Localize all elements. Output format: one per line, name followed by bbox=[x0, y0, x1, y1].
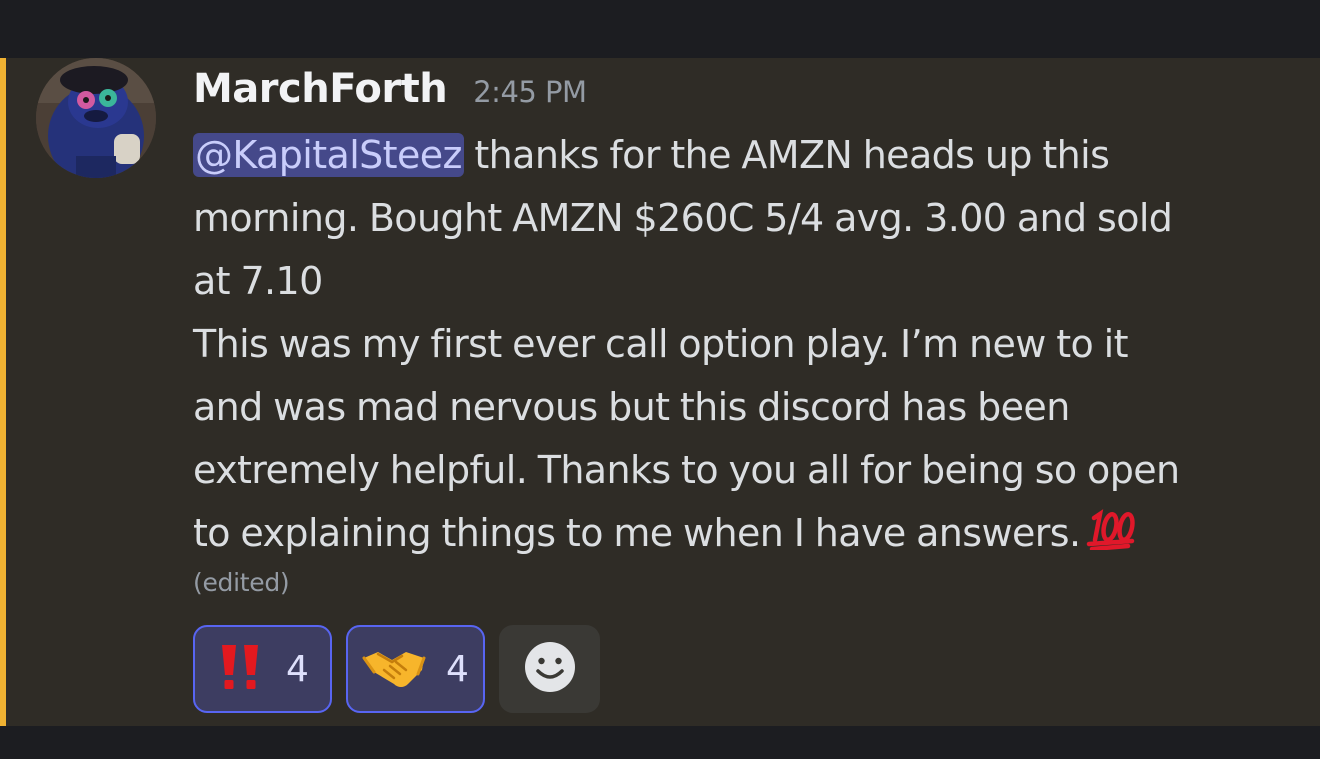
edited-label: (edited) bbox=[193, 568, 290, 597]
message-timestamp[interactable]: 2:45 PM bbox=[473, 75, 587, 109]
reaction-bar: 4 4 bbox=[193, 625, 600, 713]
reaction-count: 4 bbox=[446, 648, 469, 690]
reaction-handshake[interactable]: 4 bbox=[346, 625, 485, 713]
author-name[interactable]: MarchForth bbox=[193, 66, 448, 112]
message-line: This was my first ever call option play.… bbox=[193, 322, 1129, 366]
user-mention[interactable]: @KapitalSteez bbox=[193, 133, 464, 177]
message-text: thanks for the AMZN heads up this bbox=[463, 133, 1110, 177]
message-header: MarchForth 2:45 PM bbox=[193, 66, 587, 126]
message-line: extremely helpful. Thanks to you all for… bbox=[193, 448, 1180, 492]
message-content: @KapitalSteez thanks for the AMZN heads … bbox=[193, 124, 1303, 569]
chat-message[interactable]: MarchForth 2:45 PM @KapitalSteez thanks … bbox=[0, 58, 1320, 726]
message-line: morning. Bought AMZN $260C 5/4 avg. 3.00… bbox=[193, 196, 1173, 240]
add-reaction-button[interactable] bbox=[499, 625, 600, 713]
handshake-emoji bbox=[362, 644, 426, 694]
message-line: and was mad nervous but this discord has… bbox=[193, 385, 1070, 429]
hundred-points-emoji bbox=[1086, 506, 1138, 569]
double-exclamation-emoji bbox=[216, 642, 266, 696]
message-text: to explaining things to me when I have a… bbox=[193, 511, 1081, 555]
smiley-add-reaction-icon bbox=[524, 641, 576, 697]
message-line: @KapitalSteez thanks for the AMZN heads … bbox=[193, 124, 1303, 187]
reaction-count: 4 bbox=[286, 648, 309, 690]
message-line: to explaining things to me when I have a… bbox=[193, 502, 1303, 569]
avatar[interactable] bbox=[36, 58, 156, 178]
bottom-bar bbox=[0, 726, 1320, 759]
mention-highlight-bar bbox=[0, 58, 6, 726]
reaction-double-exclamation[interactable]: 4 bbox=[193, 625, 332, 713]
message-line: at 7.10 bbox=[193, 259, 323, 303]
top-bar bbox=[0, 0, 1320, 58]
